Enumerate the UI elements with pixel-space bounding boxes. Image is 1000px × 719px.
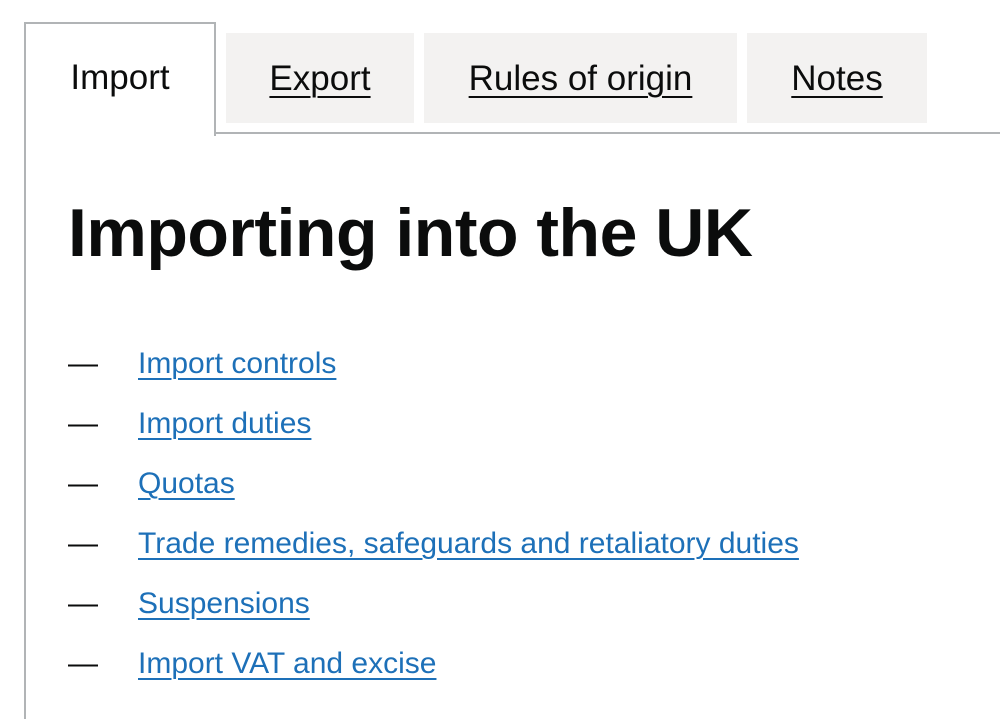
dash-bullet: —: [68, 587, 98, 620]
list-item: — Import controls: [68, 334, 799, 394]
tab-import[interactable]: Import: [24, 22, 216, 136]
trade-remedies-link[interactable]: Trade remedies, safeguards and retaliato…: [138, 527, 799, 561]
list-item: — Import VAT and excise: [68, 634, 799, 694]
dash-bullet: —: [68, 407, 98, 440]
tab-rules-of-origin[interactable]: Rules of origin: [424, 33, 737, 123]
page: Import Export Rules of origin Notes Impo…: [0, 0, 1000, 719]
import-controls-link[interactable]: Import controls: [138, 347, 336, 381]
tab-panel-import: Importing into the UK — Import controls …: [24, 134, 1000, 719]
tab-list: Import Export Rules of origin Notes: [0, 0, 1000, 136]
dash-bullet: —: [68, 347, 98, 380]
list-item: — Quotas: [68, 454, 799, 514]
tab-notes[interactable]: Notes: [747, 33, 927, 123]
suspensions-link[interactable]: Suspensions: [138, 587, 310, 621]
dash-bullet: —: [68, 647, 98, 680]
page-title: Importing into the UK: [68, 195, 753, 271]
dash-bullet: —: [68, 467, 98, 500]
list-item: — Trade remedies, safeguards and retalia…: [68, 514, 799, 574]
link-list: — Import controls — Import duties — Quot…: [68, 334, 799, 694]
list-item: — Suspensions: [68, 574, 799, 634]
dash-bullet: —: [68, 527, 98, 560]
import-vat-excise-link[interactable]: Import VAT and excise: [138, 647, 436, 681]
tab-export[interactable]: Export: [226, 33, 414, 123]
import-duties-link[interactable]: Import duties: [138, 407, 311, 441]
quotas-link[interactable]: Quotas: [138, 467, 235, 501]
list-item: — Import duties: [68, 394, 799, 454]
